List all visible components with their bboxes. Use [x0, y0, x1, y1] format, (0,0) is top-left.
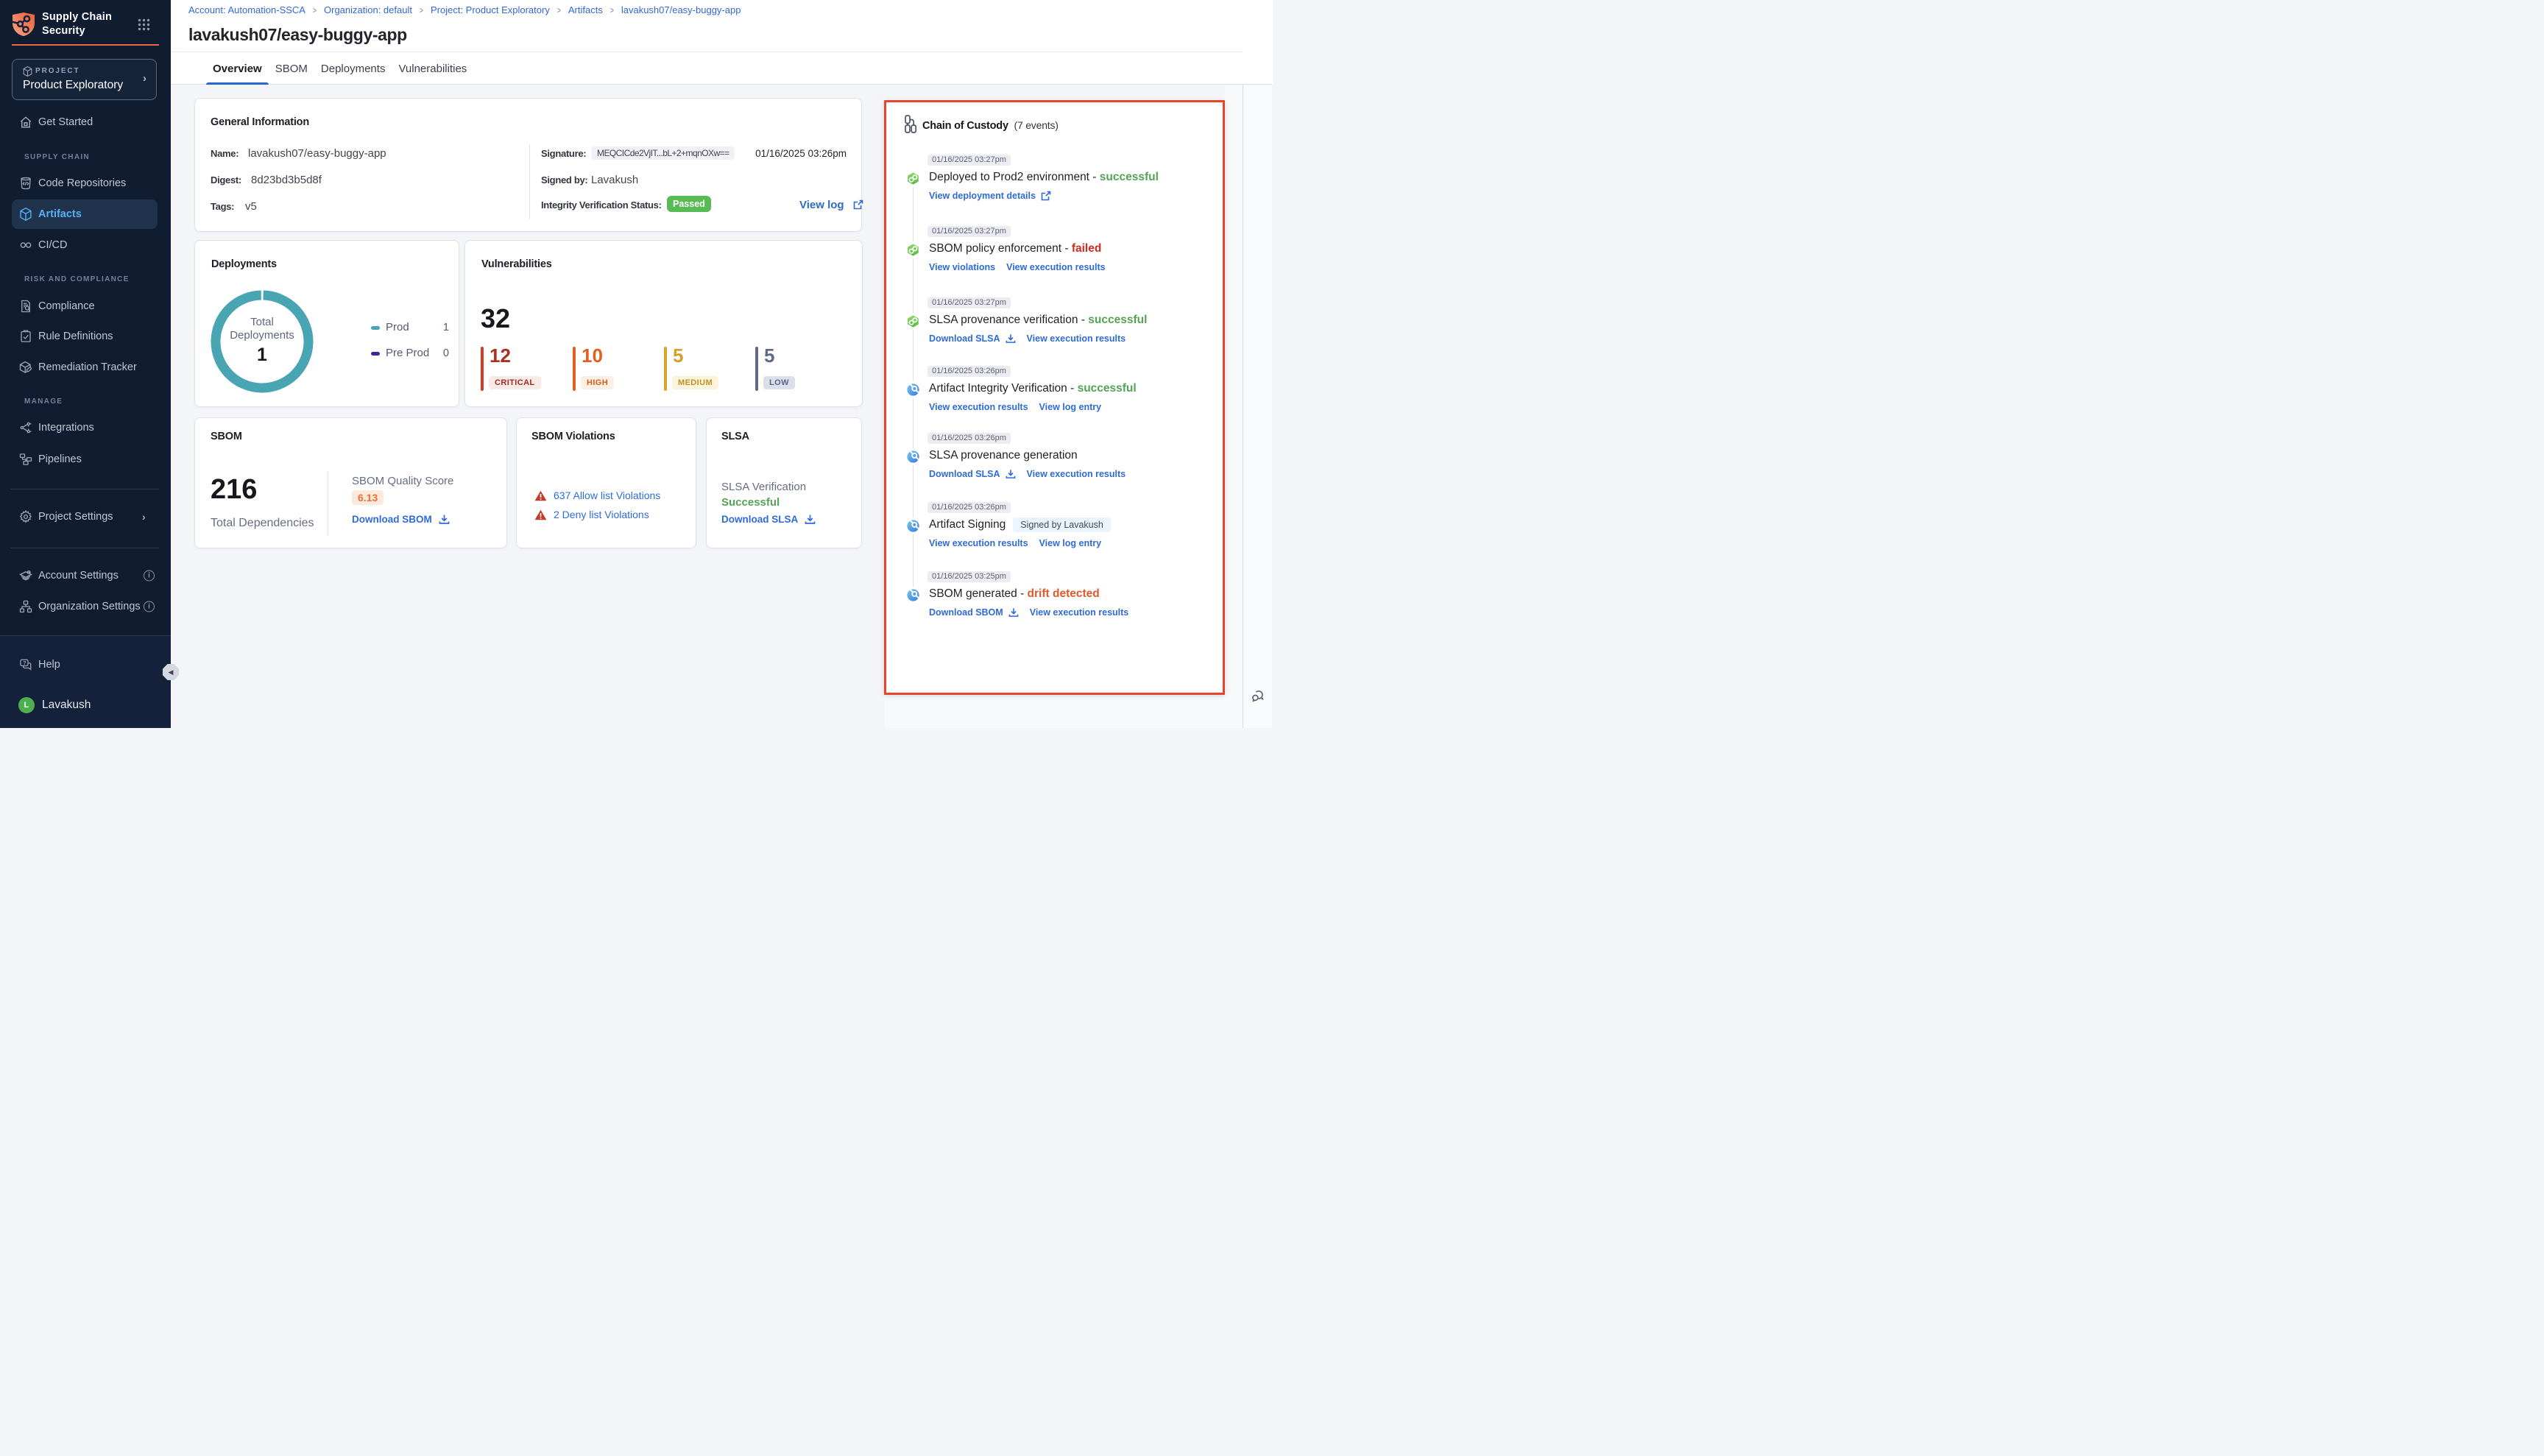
- svg-text:?: ?: [23, 660, 26, 666]
